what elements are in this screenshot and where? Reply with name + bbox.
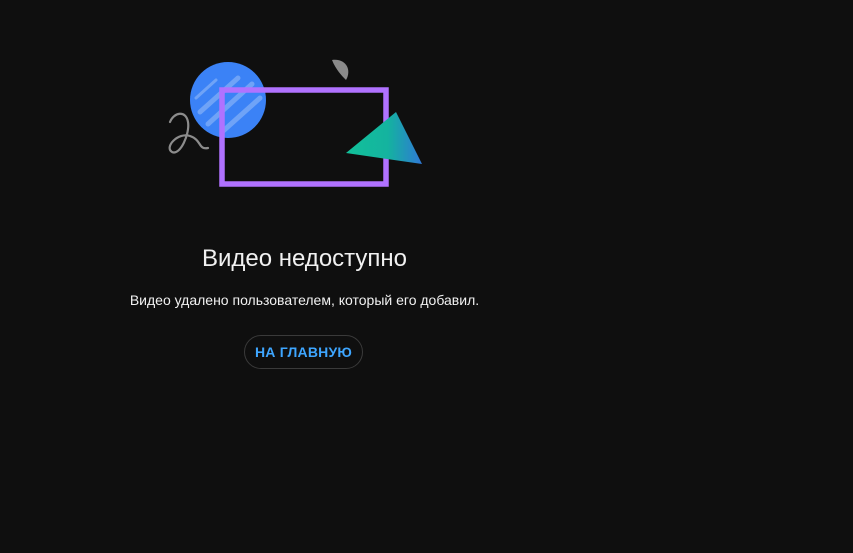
page-title: Видео недоступно: [201, 245, 408, 272]
error-message: Видео удалено пользователем, который его…: [129, 292, 480, 308]
home-button[interactable]: НА ГЛАВНУЮ: [244, 335, 363, 369]
gray-leaf-icon: [332, 59, 349, 80]
video-unavailable-illustration: [160, 52, 430, 197]
blue-circle-icon: [190, 62, 266, 138]
illustration-svg: [168, 59, 422, 187]
